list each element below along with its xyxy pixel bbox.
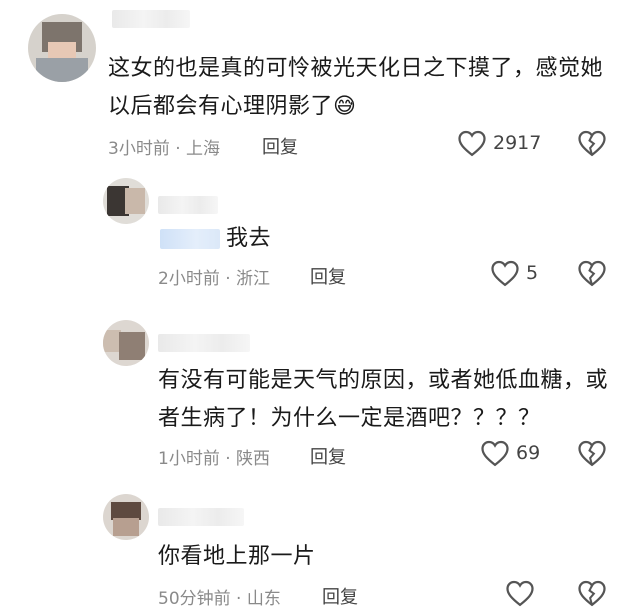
avatar[interactable]: [103, 494, 149, 540]
like-count: 5: [526, 262, 539, 284]
comment-text: 有没有可能是天气的原因，或者她低血糖，或 者生病了！为什么一定是酒吧？？？？: [158, 368, 609, 431]
emoji-sweat-smile: 😅: [333, 94, 357, 119]
comment-meta: 2小时前 · 浙江: [158, 269, 271, 289]
comment-meta: 1小时前 · 陕西: [158, 449, 271, 469]
username-blurred[interactable]: [158, 508, 244, 526]
comment-text: 这女的也是真的可怜被光天化日之下摸了，感觉她 以后都会有心理阴影了😅: [108, 56, 604, 119]
comment-meta: 3小时前 · 上海: [108, 139, 221, 159]
like-button[interactable]: 2917: [457, 129, 541, 157]
avatar[interactable]: [103, 178, 149, 224]
like-button[interactable]: 5: [490, 259, 538, 287]
reply-button[interactable]: 回复: [310, 263, 346, 289]
reply-button[interactable]: 回复: [310, 443, 346, 469]
broken-heart-icon[interactable]: [577, 259, 607, 287]
avatar[interactable]: [103, 320, 149, 366]
reply-button[interactable]: 回复: [322, 583, 358, 609]
comment-text: 我去: [226, 226, 272, 251]
like-count: 69: [516, 442, 541, 464]
username-blurred[interactable]: [112, 10, 190, 28]
avatar[interactable]: [28, 14, 96, 82]
like-button[interactable]: 69: [480, 439, 540, 467]
heart-outline-icon: [490, 259, 520, 287]
like-count: 2917: [493, 132, 542, 154]
heart-outline-icon: [505, 579, 535, 607]
comment-text: 你看地上那一片: [158, 544, 316, 569]
mention-blurred[interactable]: [160, 229, 220, 249]
username-blurred[interactable]: [158, 334, 250, 352]
reply-button[interactable]: 回复: [262, 133, 298, 159]
username-blurred[interactable]: [158, 196, 218, 214]
heart-outline-icon: [457, 129, 487, 157]
comment-meta: 50分钟前 · 山东: [158, 589, 281, 609]
broken-heart-icon[interactable]: [577, 129, 607, 157]
broken-heart-icon[interactable]: [577, 439, 607, 467]
like-button[interactable]: [505, 579, 535, 607]
broken-heart-icon[interactable]: [577, 579, 607, 607]
heart-outline-icon: [480, 439, 510, 467]
